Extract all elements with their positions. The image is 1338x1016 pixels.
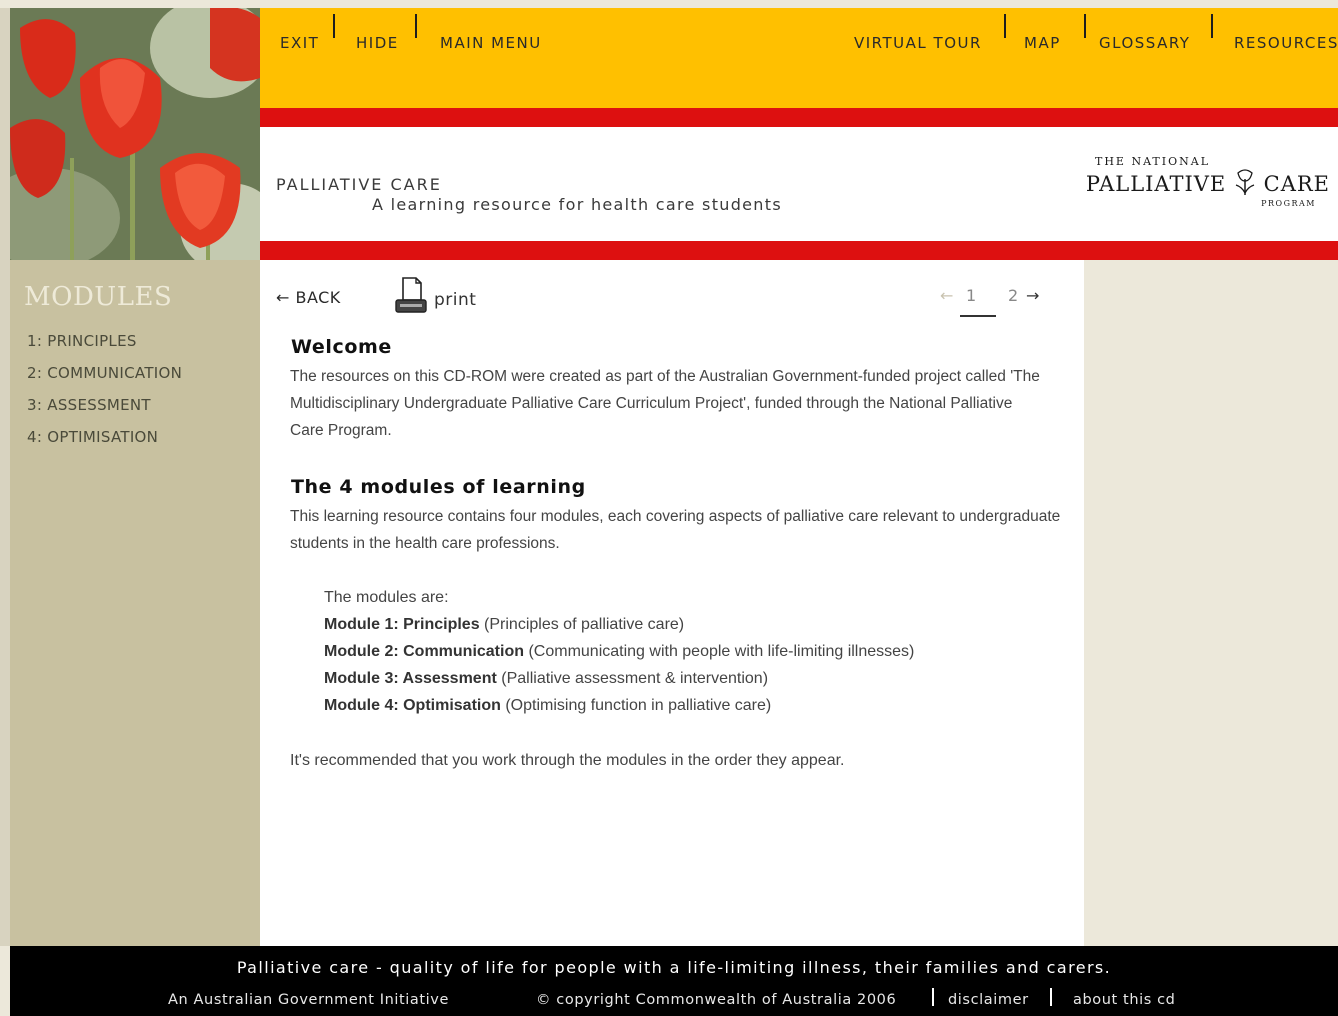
module-name: Module 3: Assessment: [324, 670, 497, 687]
footer-about-link[interactable]: about this cd: [1073, 992, 1176, 1008]
printer-icon: [395, 277, 427, 313]
page-2-link[interactable]: 2: [1008, 286, 1018, 305]
module-list-item: Module 4: Optimisation (Optimising funct…: [324, 697, 771, 715]
sidebar-item-assessment[interactable]: 3: ASSESSMENT: [27, 396, 151, 414]
left-edge: [0, 8, 10, 946]
logo-word-right: CARE: [1263, 172, 1330, 196]
footer: Palliative care - quality of life for pe…: [10, 946, 1338, 1016]
red-stripe-top: [260, 108, 1338, 127]
footer-divider: [1050, 988, 1052, 1006]
module-desc: (Communicating with people with life-lim…: [528, 643, 915, 660]
nav-divider: [333, 14, 335, 38]
page-1-link[interactable]: 1: [966, 286, 976, 305]
current-page-underline: [960, 315, 996, 317]
recommendation-text: It's recommended that you work through t…: [290, 752, 845, 769]
nav-resources[interactable]: RESOURCES: [1234, 34, 1338, 52]
top-strip: [0, 0, 1338, 8]
national-palliative-care-logo: THE NATIONAL PALLIATIVE CARE PROGRAM: [1030, 153, 1330, 213]
logo-top-text: THE NATIONAL: [1095, 155, 1210, 168]
modules-heading: The 4 modules of learning: [291, 476, 586, 498]
module-list-item: Module 3: Assessment (Palliative assessm…: [324, 670, 768, 688]
back-button[interactable]: ← BACK: [276, 288, 341, 307]
footer-tagline: Palliative care - quality of life for pe…: [236, 958, 1112, 977]
sidebar-item-optimisation[interactable]: 4: OPTIMISATION: [27, 428, 158, 446]
module-name: Module 2: Communication: [324, 643, 524, 660]
nav-divider: [415, 14, 417, 38]
module-desc: (Principles of palliative care): [484, 616, 685, 633]
modules-intro: The modules are:: [324, 589, 449, 606]
footer-disclaimer-link[interactable]: disclaimer: [948, 992, 1029, 1008]
module-list-item: Module 2: Communication (Communicating w…: [324, 643, 914, 661]
nav-exit[interactable]: EXIT: [280, 34, 319, 52]
right-pane: [1084, 260, 1338, 946]
nav-main-menu[interactable]: MAIN MENU: [440, 34, 542, 52]
print-label: print: [434, 290, 477, 310]
welcome-heading: Welcome: [291, 336, 392, 358]
logo-program-text: PROGRAM: [1261, 199, 1316, 208]
next-page-arrow[interactable]: →: [1026, 286, 1039, 305]
nav-map[interactable]: MAP: [1024, 34, 1061, 52]
main-content: ← BACK print ← 1 2 → Welcome The resourc…: [260, 260, 1084, 946]
prev-page-arrow[interactable]: ←: [940, 286, 953, 305]
modules-paragraph: This learning resource contains four mod…: [290, 508, 1061, 552]
tulip-logo-icon: [1235, 169, 1255, 195]
print-button[interactable]: print: [394, 276, 476, 316]
page-navigator: ← 1 2 →: [940, 286, 1070, 320]
sidebar-item-principles[interactable]: 1: PRINCIPLES: [27, 332, 137, 350]
module-list-item: Module 1: Principles (Principles of pall…: [324, 616, 684, 634]
banner-subtitle: A learning resource for health care stud…: [372, 195, 782, 214]
footer-copyright: © copyright Commonwealth of Australia 20…: [536, 992, 897, 1008]
logo-main-text: PALLIATIVE CARE: [1086, 169, 1330, 197]
module-desc: (Palliative assessment & intervention): [501, 670, 769, 687]
module-name: Module 1: Principles: [324, 616, 480, 633]
logo-word-left: PALLIATIVE: [1085, 172, 1227, 196]
module-name: Module 4: Optimisation: [324, 697, 501, 714]
nav-glossary[interactable]: GLOSSARY: [1099, 34, 1190, 52]
top-nav: EXIT HIDE MAIN MENU VIRTUAL TOUR MAP GLO…: [260, 8, 1338, 108]
nav-divider: [1004, 14, 1006, 38]
footer-initiative: An Australian Government Initiative: [168, 992, 450, 1008]
sidebar-title: MODULES: [24, 282, 173, 312]
tulip-photo: [10, 8, 260, 260]
footer-divider: [932, 988, 934, 1006]
banner: PALLIATIVE CARE A learning resource for …: [260, 127, 1338, 241]
nav-divider: [1084, 14, 1086, 38]
red-stripe-bottom: [260, 241, 1338, 260]
module-desc: (Optimising function in palliative care): [505, 697, 772, 714]
nav-virtual-tour[interactable]: VIRTUAL TOUR: [854, 34, 982, 52]
modules-sidebar: MODULES 1: PRINCIPLES 2: COMMUNICATION 3…: [10, 260, 260, 946]
nav-divider: [1211, 14, 1213, 38]
welcome-paragraph: The resources on this CD-ROM were create…: [290, 368, 1040, 439]
banner-title: PALLIATIVE CARE: [276, 175, 442, 194]
nav-hide[interactable]: HIDE: [356, 34, 399, 52]
sidebar-item-communication[interactable]: 2: COMMUNICATION: [27, 364, 182, 382]
